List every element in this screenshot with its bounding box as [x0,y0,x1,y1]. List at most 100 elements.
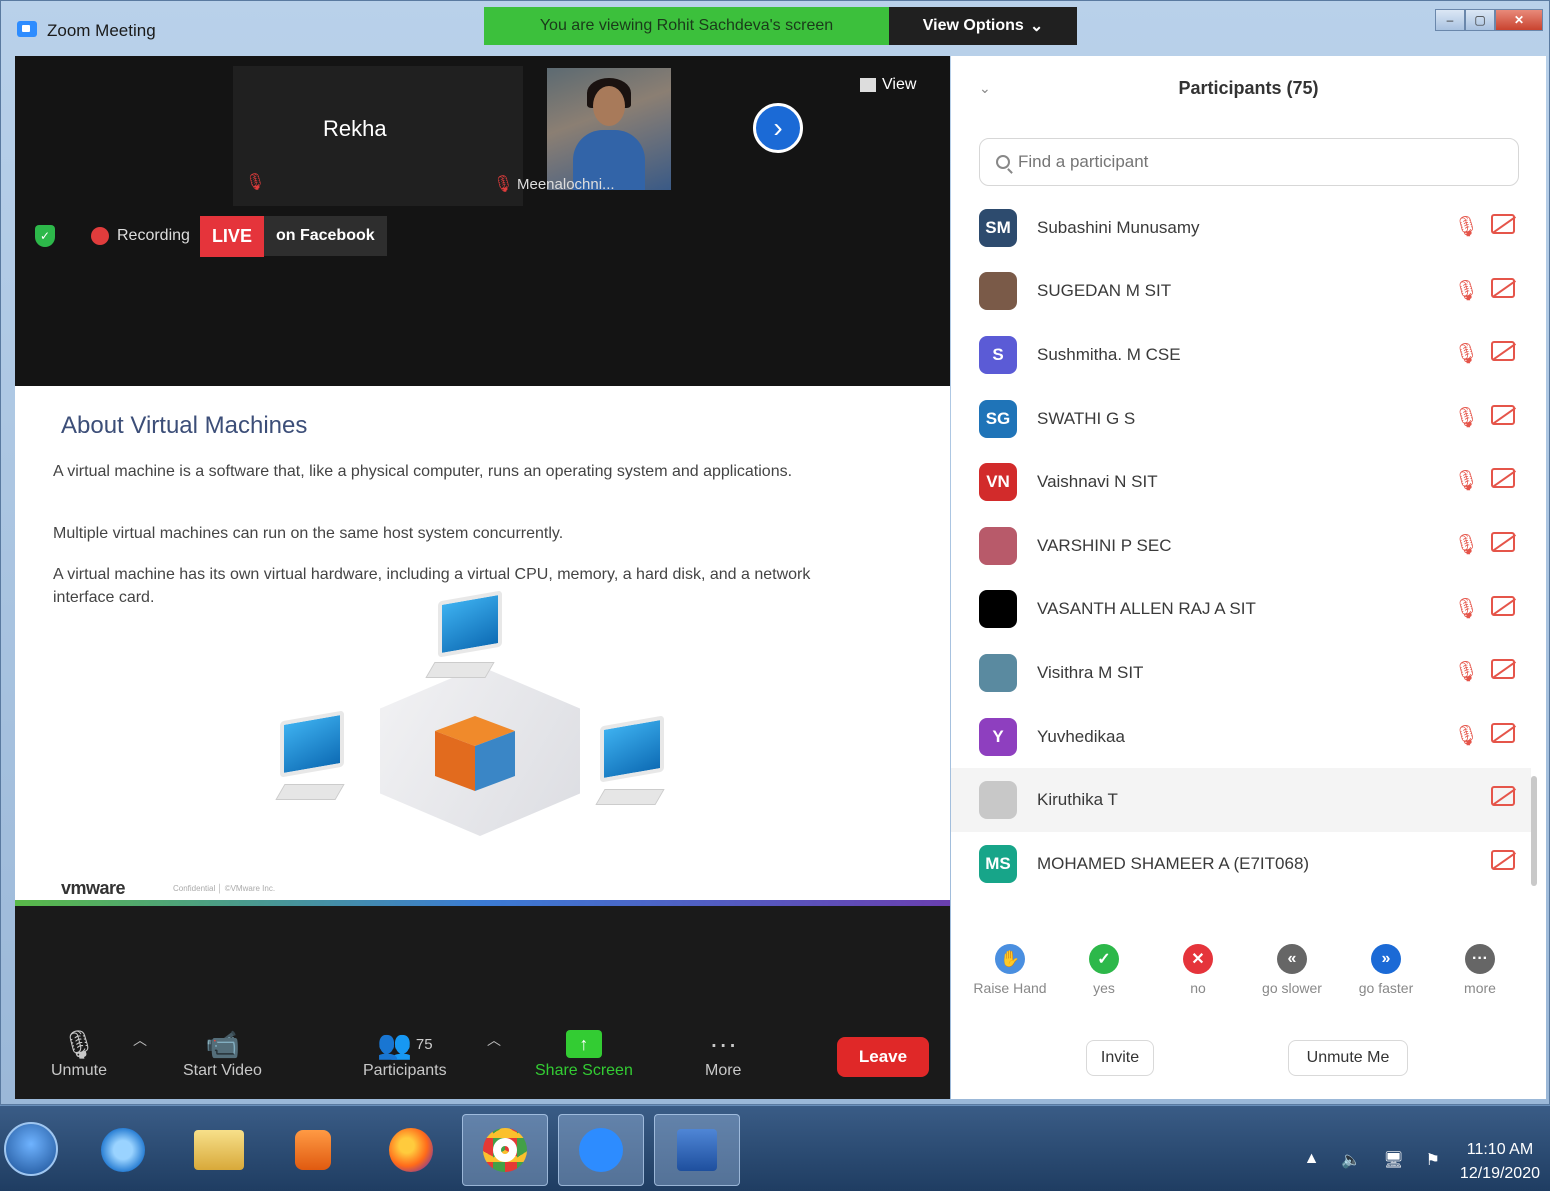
invite-button[interactable]: Invite [1086,1040,1154,1076]
volume-icon[interactable]: 🔈 [1341,1150,1361,1170]
participant-row[interactable]: SG SWATHI G S 🎙 [951,387,1531,451]
participant-list: SM Subashini Munusamy 🎙 SUGEDAN M SIT 🎙 S Sush… [951,196,1531,896]
maximize-button[interactable]: ▢ [1465,9,1495,31]
network-icon[interactable]: 🖥 [1383,1150,1403,1170]
slide-paragraph-2: Multiple virtual machines can run on the… [53,525,564,542]
audio-options-caret-icon[interactable]: ︿ [133,1030,147,1050]
mic-muted-icon: 🎙 [493,176,514,193]
taskbar-media-player[interactable] [270,1114,356,1186]
video-off-icon[interactable] [1491,595,1515,616]
clock-time: 11:10 AM [1466,1141,1534,1158]
mic-muted-icon[interactable]: 🎙 [1454,214,1479,239]
share-screen-button[interactable]: ↑ Share Screen [535,1026,633,1080]
security-shield-icon[interactable]: ✓ [35,225,55,247]
word-icon [677,1129,717,1171]
reaction-icon: ✓ [1089,944,1119,974]
view-options-button[interactable]: View Options ⌄ [889,7,1077,45]
participant-row[interactable]: VASANTH ALLEN RAJ A SIT 🎙 [951,578,1531,642]
windows-taskbar: ▲ 🔈 🖥 ⚑ 11:10 AM 12/19/2020 [0,1105,1550,1191]
participant-row[interactable]: SM Subashini Munusamy 🎙 [951,196,1531,260]
next-page-arrow-icon[interactable]: › [753,103,803,153]
participant-row[interactable]: Kiruthika T [951,768,1531,832]
video-off-icon[interactable] [1491,404,1515,425]
participant-list-scrollbar[interactable] [1531,776,1537,886]
video-off-icon[interactable] [1491,341,1515,362]
video-off-icon[interactable] [1491,214,1515,234]
reaction-go-slower[interactable]: « go slower [1247,944,1337,996]
participant-name: Yuvhedikaa [1037,726,1125,746]
mic-muted-icon[interactable]: 🎙 [1454,596,1479,621]
view-button[interactable]: View [860,76,916,94]
participant-row[interactable]: VN Vaishnavi N SIT 🎙 [951,450,1531,514]
participant-row[interactable]: MS MOHAMED SHAMEER A (E7IT068) [951,832,1531,896]
taskbar-internet-explorer[interactable] [80,1114,166,1186]
virtual-machine-illustration [260,590,680,856]
participant-status-icons: 🎙 [1454,404,1515,430]
meeting-area: Rekha 🎙 🎙 Meenalochni... › View ✓ Record… [15,56,950,1099]
mic-muted-icon[interactable]: 🎙 [1454,723,1479,748]
reaction-go-faster[interactable]: » go faster [1341,944,1431,996]
live-badge[interactable]: LIVE [199,215,264,257]
reaction-raise-hand[interactable]: ✋ Raise Hand [965,944,1055,996]
recording-label: Recording [117,227,190,244]
unmute-button[interactable]: 🎙 Unmute [51,1026,107,1080]
video-off-icon: 📹 [205,1028,240,1060]
participant-status-icons: 🎙 [1454,722,1515,748]
mic-muted-icon[interactable]: 🎙 [1454,468,1479,493]
participants-button[interactable]: 👥 75 Participants [363,1026,447,1080]
taskbar-firefox[interactable] [368,1114,454,1186]
mic-muted-icon[interactable]: 🎙 [1454,278,1479,303]
close-button[interactable]: ✕ [1495,9,1543,31]
search-input[interactable] [1018,152,1498,172]
video-off-icon[interactable] [1491,786,1515,807]
reaction-more[interactable]: ··· more [1435,944,1525,996]
participant-name: Visithra M SIT [1037,662,1144,682]
participant-row[interactable]: Visithra M SIT 🎙 [951,641,1531,705]
participants-caret-icon[interactable]: ︿ [487,1030,501,1050]
video-off-icon[interactable] [1491,468,1515,489]
avatar-initials: Y [992,726,1004,746]
mic-muted-icon[interactable]: 🎙 [1454,341,1479,366]
video-off-icon[interactable] [1491,531,1515,552]
unmute-me-button[interactable]: Unmute Me [1288,1040,1408,1076]
mic-muted-icon: 🎙 [61,1028,97,1060]
video-tile-rekha[interactable]: Rekha 🎙 [233,66,523,206]
taskbar-chrome[interactable] [462,1114,548,1186]
participant-name: Meenalochni... [517,176,615,193]
shared-screen-slide: About Virtual Machines A virtual machine… [15,386,950,906]
mic-muted-icon[interactable]: 🎙 [1454,532,1479,557]
record-dot-icon [91,227,109,245]
video-off-icon[interactable] [1491,722,1515,743]
participant-row[interactable]: VARSHINI P SEC 🎙 [951,514,1531,578]
participant-name: Kiruthika T [1037,790,1118,810]
reaction-icon: ✋ [995,944,1025,974]
reaction-no[interactable]: ✕ no [1153,944,1243,996]
video-off-icon[interactable] [1491,659,1515,680]
clock-date: 12/19/2020 [1459,1165,1540,1182]
reaction-yes[interactable]: ✓ yes [1059,944,1149,996]
leave-button[interactable]: Leave [837,1037,929,1077]
system-clock[interactable]: 11:10 AM 12/19/2020 [1460,1138,1540,1186]
participant-status-icons: 🎙 [1454,595,1515,621]
more-button[interactable]: ··· More [705,1026,741,1080]
action-center-flag-icon[interactable]: ⚑ [1426,1150,1440,1170]
participant-row[interactable]: Y Yuvhedikaa 🎙 [951,705,1531,769]
participant-row[interactable]: S Sushmitha. M CSE 🎙 [951,323,1531,387]
participant-row[interactable]: SUGEDAN M SIT 🎙 [951,260,1531,324]
recording-indicator[interactable]: Recording [91,227,190,245]
reaction-label: more [1464,980,1496,996]
mic-muted-icon[interactable]: 🎙 [1454,405,1479,430]
start-button[interactable] [4,1122,58,1176]
participant-video-photo [547,68,671,190]
show-hidden-icons-icon[interactable]: ▲ [1304,1150,1320,1170]
taskbar-zoom[interactable] [558,1114,644,1186]
mic-muted-icon[interactable]: 🎙 [1454,659,1479,684]
taskbar-file-explorer[interactable] [176,1114,262,1186]
start-video-button[interactable]: 📹 Start Video [183,1026,262,1080]
live-target[interactable]: on Facebook [263,216,387,256]
minimize-button[interactable]: – [1435,9,1465,31]
taskbar-word[interactable] [654,1114,740,1186]
participant-search[interactable] [979,138,1519,186]
video-off-icon[interactable] [1491,277,1515,298]
video-off-icon[interactable] [1491,849,1515,870]
